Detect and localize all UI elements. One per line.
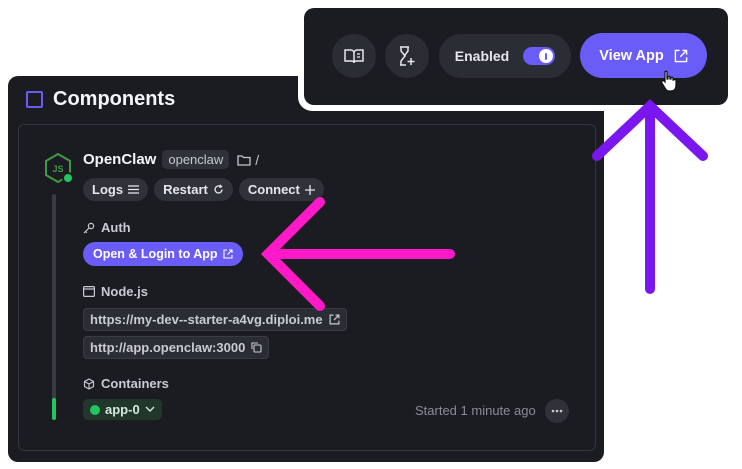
internal-url-text: http://app.openclaw:3000 <box>90 340 246 355</box>
timeline-status-bar <box>52 398 56 420</box>
runtime-section-label: Node.js <box>83 284 148 299</box>
internal-url-copy[interactable]: http://app.openclaw:3000 <box>83 336 270 359</box>
container-select[interactable]: app-0 <box>83 399 162 420</box>
plus-icon <box>304 184 315 195</box>
terminal-icon <box>83 286 95 297</box>
svg-text:JS: JS <box>52 164 63 174</box>
hand-cursor-icon <box>661 70 677 92</box>
hourglass-plus-icon <box>400 46 415 66</box>
restart-button-label: Restart <box>163 182 208 197</box>
key-icon <box>83 222 95 233</box>
enabled-toggle[interactable] <box>523 47 556 65</box>
view-app-label: View App <box>599 47 664 64</box>
view-app-button[interactable]: View App <box>580 33 707 78</box>
folder-path-separator: / <box>255 151 260 168</box>
panel-header: Components <box>26 88 175 111</box>
open-login-button[interactable]: Open & Login to App <box>83 242 243 266</box>
containers-section-label: Containers <box>83 376 169 391</box>
nodejs-icon: JS <box>45 152 74 184</box>
more-options-button[interactable] <box>545 399 569 423</box>
public-url-link[interactable]: https://my-dev--starter-a4vg.diploi.me <box>83 308 347 331</box>
restart-button[interactable]: Restart <box>154 178 233 201</box>
public-url-text: https://my-dev--starter-a4vg.diploi.me <box>90 312 323 327</box>
book-icon <box>344 49 364 64</box>
container-name: app-0 <box>105 402 140 417</box>
chevron-down-icon <box>145 406 155 412</box>
folder-path[interactable]: / <box>237 152 259 168</box>
connect-button[interactable]: Connect <box>238 178 324 201</box>
open-login-label: Open & Login to App <box>93 247 218 261</box>
component-tag: openclaw <box>162 150 230 169</box>
enabled-toggle-button[interactable]: Enabled <box>439 34 571 78</box>
logs-button-label: Logs <box>92 182 124 197</box>
list-icon <box>128 185 140 194</box>
connect-button-label: Connect <box>247 182 300 197</box>
folder-icon <box>237 154 251 166</box>
components-square-icon <box>26 91 43 108</box>
auth-section-label: Auth <box>83 220 131 235</box>
component-actions: Logs Restart Connect <box>83 178 324 201</box>
enabled-label: Enabled <box>454 48 510 64</box>
containers-label: Containers <box>101 376 169 391</box>
copy-icon <box>251 342 262 353</box>
external-link-icon <box>674 49 688 62</box>
cube-icon <box>83 377 95 390</box>
logs-button[interactable]: Logs <box>83 178 149 201</box>
purple-arrow <box>592 99 708 294</box>
component-name: OpenClaw <box>83 151 157 168</box>
external-link-icon <box>222 249 233 259</box>
auth-label: Auth <box>101 220 131 235</box>
docs-button[interactable] <box>332 34 376 78</box>
component-header: OpenClaw openclaw / <box>83 150 259 169</box>
external-link-icon <box>329 314 340 325</box>
runtime-label: Node.js <box>101 284 148 299</box>
timer-add-button[interactable] <box>385 34 429 78</box>
running-status-dot <box>90 404 100 415</box>
components-panel: Components JS OpenClaw openclaw / Logs R… <box>8 76 604 462</box>
toggle-knob <box>539 49 554 63</box>
restart-icon <box>214 184 223 194</box>
timeline-track <box>52 194 56 420</box>
container-started-text: Started 1 minute ago <box>415 403 536 418</box>
ellipsis-icon <box>551 409 563 413</box>
panel-title: Components <box>53 88 176 110</box>
